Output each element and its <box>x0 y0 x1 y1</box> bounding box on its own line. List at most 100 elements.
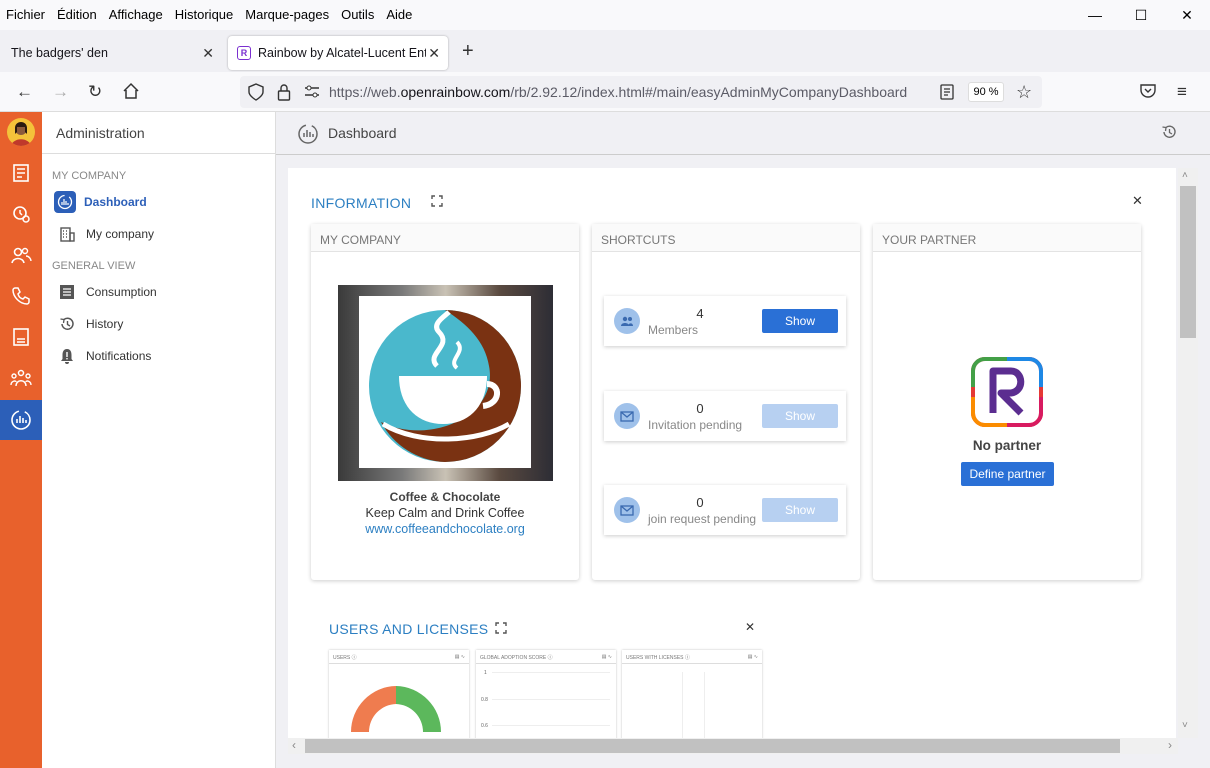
company-slogan: Keep Calm and Drink Coffee <box>365 506 525 520</box>
hamburger-menu-icon[interactable]: ≡ <box>1177 82 1187 102</box>
widget-header: USERS ⓘ ▤ ∿ <box>329 650 469 664</box>
history-refresh-icon[interactable] <box>1161 124 1177 143</box>
menu-aide[interactable]: Aide <box>380 5 418 25</box>
phone-icon[interactable] <box>0 276 42 316</box>
dashboard-content: INFORMATION ✕ MY COMPANY Coffee & Chocol… <box>288 168 1176 738</box>
menu-affichage[interactable]: Affichage <box>103 5 169 25</box>
sidebar-item-my-company[interactable]: My company <box>42 218 275 250</box>
expand-icon[interactable] <box>431 195 443 210</box>
rainbow-logo-icon <box>971 357 1043 427</box>
expand-icon[interactable] <box>495 622 507 637</box>
reader-view-icon[interactable] <box>940 84 954 103</box>
document-icon[interactable] <box>0 317 42 357</box>
company-logo <box>338 285 553 481</box>
gridline <box>682 672 683 738</box>
show-invitations-button[interactable]: Show <box>762 404 838 428</box>
show-join-requests-button[interactable]: Show <box>762 498 838 522</box>
bell-alert-icon <box>58 347 76 365</box>
home-icon[interactable] <box>122 82 140 105</box>
zoom-level[interactable]: 90 % <box>968 82 1004 102</box>
list-icon <box>58 283 76 301</box>
sidebar-item-label: Dashboard <box>84 195 147 209</box>
horizontal-scroll-thumb[interactable] <box>305 739 1120 753</box>
card-header: MY COMPANY <box>311 224 579 252</box>
menu-edition[interactable]: Édition <box>51 5 103 25</box>
users-widget: USERS ⓘ▤ ∿ 0 <box>329 650 469 738</box>
url-prefix: https://web. <box>329 84 401 100</box>
url-text[interactable]: https://web.openrainbow.com/rb/2.92.12/i… <box>329 84 907 100</box>
company-name: Coffee & Chocolate <box>389 490 501 504</box>
scroll-right-icon[interactable]: › <box>1168 738 1172 752</box>
tick-label: 0.8 <box>481 697 488 703</box>
tick-label: 0.6 <box>481 723 488 729</box>
pocket-icon[interactable] <box>1140 82 1156 103</box>
sidebar-item-dashboard[interactable]: Dashboard <box>42 186 275 218</box>
vertical-scroll-thumb[interactable] <box>1180 186 1196 338</box>
menu-fichier[interactable]: Fichier <box>0 5 51 25</box>
shortcut-join-requests: 0 join request pending Show <box>604 485 846 535</box>
back-icon[interactable]: ← <box>16 82 33 102</box>
sidebar-item-label: My company <box>86 227 155 241</box>
minimize-icon[interactable]: — <box>1072 0 1118 30</box>
menu-bar: Fichier Édition Affichage Historique Mar… <box>0 0 1210 30</box>
widget-label: USERS <box>333 655 351 661</box>
sidebar-item-label: Notifications <box>86 349 152 363</box>
tab-rainbow[interactable]: R Rainbow by Alcatel-Lucent Ente ✕ <box>228 36 448 70</box>
scroll-up-icon[interactable]: ˄ <box>1182 170 1188 181</box>
groups-icon[interactable] <box>0 358 42 398</box>
url-domain: openrainbow.com <box>400 84 511 100</box>
gridline <box>704 672 705 738</box>
company-website-link[interactable]: www.coffeeandchocolate.org <box>311 522 579 536</box>
url-bar[interactable]: https://web.openrainbow.com/rb/2.92.12/i… <box>240 76 1042 108</box>
card-header: SHORTCUTS <box>592 224 860 252</box>
app-rail <box>0 112 42 768</box>
menu-marque-pages[interactable]: Marque-pages <box>239 5 335 25</box>
dashboard-rail-icon[interactable] <box>0 400 42 440</box>
scroll-left-icon[interactable]: ‹ <box>292 738 296 752</box>
news-icon[interactable] <box>0 153 42 193</box>
sidebar-item-history[interactable]: History <box>42 308 275 340</box>
define-partner-button[interactable]: Define partner <box>961 462 1054 486</box>
adoption-score-widget: GLOBAL ADOPTION SCORE ⓘ ▤ ∿ 1 0.8 0.6 <box>476 650 616 738</box>
chart-toggle-icon[interactable]: ▤ ∿ <box>748 654 758 660</box>
invitations-label: Invitation pending <box>648 418 743 432</box>
sidebar-item-consumption[interactable]: Consumption <box>42 276 275 308</box>
new-tab-icon[interactable]: + <box>462 40 474 63</box>
tab-badgers-den[interactable]: The badgers' den ✕ <box>0 36 222 70</box>
close-users-licenses-icon[interactable]: ✕ <box>745 620 755 634</box>
page-title: Dashboard <box>328 125 397 141</box>
shield-icon[interactable] <box>248 83 264 104</box>
users-licenses-title: USERS AND LICENSES <box>329 621 489 637</box>
window-controls: — ☐ ✕ <box>1072 0 1210 30</box>
show-members-button[interactable]: Show <box>762 309 838 333</box>
scroll-down-icon[interactable]: ˅ <box>1182 720 1188 731</box>
menu-outils[interactable]: Outils <box>335 5 380 25</box>
forward-icon[interactable]: → <box>52 82 69 102</box>
lock-icon[interactable] <box>277 83 291 104</box>
admin-sidebar: Administration MY COMPANY Dashboard My c… <box>42 112 276 768</box>
close-information-icon[interactable]: ✕ <box>1132 193 1143 209</box>
reload-icon[interactable]: ↻ <box>88 82 102 102</box>
partner-card: YOUR PARTNER No partner Define partner <box>873 224 1141 580</box>
tab-bar: The badgers' den ✕ R Rainbow by Alcatel-… <box>0 30 1210 72</box>
chart-toggle-icon[interactable]: ▤ ∿ <box>455 654 465 660</box>
permissions-icon[interactable] <box>304 85 320 102</box>
sidebar-title: Administration <box>42 112 275 154</box>
conversations-icon[interactable] <box>0 194 42 234</box>
maximize-icon[interactable]: ☐ <box>1118 0 1164 30</box>
close-tab-icon[interactable]: ✕ <box>428 45 440 62</box>
envelope-icon <box>614 403 640 429</box>
shortcut-members: 4 Members Show <box>604 296 846 346</box>
contacts-icon[interactable] <box>0 235 42 275</box>
close-tab-icon[interactable]: ✕ <box>202 45 214 62</box>
chart-toggle-icon[interactable]: ▤ ∿ <box>602 654 612 660</box>
rainbow-favicon-icon: R <box>237 46 251 60</box>
close-window-icon[interactable]: ✕ <box>1164 0 1210 30</box>
users-with-licenses-widget: USERS WITH LICENSES ⓘ ▤ ∿ <box>622 650 762 738</box>
url-path: /rb/2.92.12/index.html#/main/easyAdminMy… <box>510 84 908 100</box>
envelope-icon <box>614 497 640 523</box>
sidebar-item-notifications[interactable]: Notifications <box>42 340 275 372</box>
bookmark-star-icon[interactable]: ☆ <box>1016 82 1032 103</box>
user-avatar[interactable] <box>7 118 35 146</box>
menu-historique[interactable]: Historique <box>169 5 240 25</box>
